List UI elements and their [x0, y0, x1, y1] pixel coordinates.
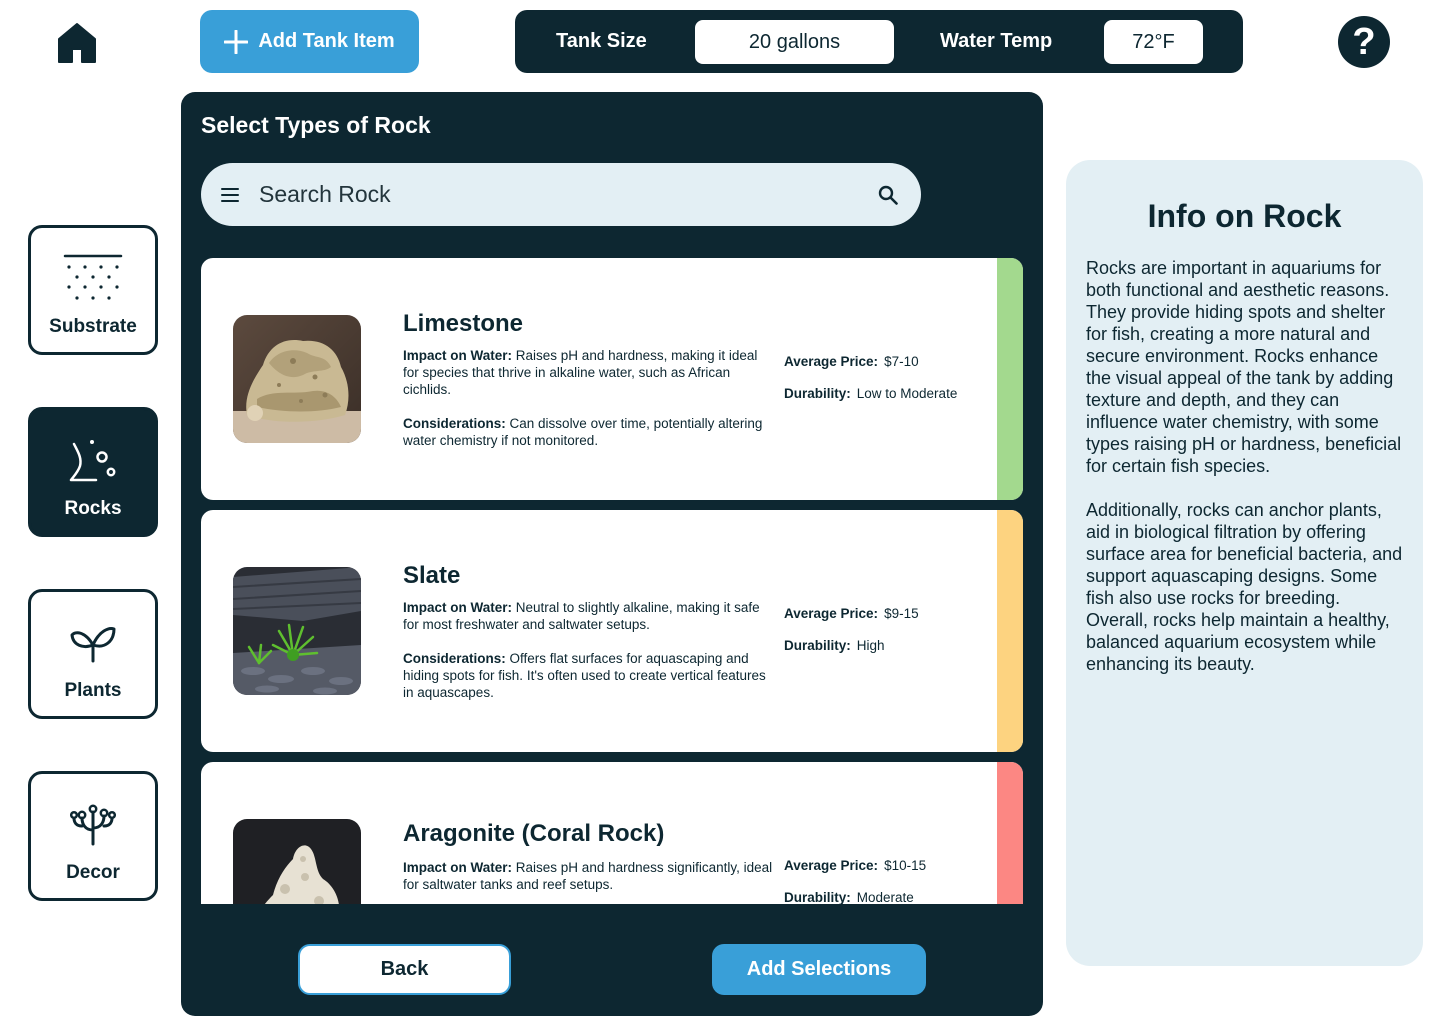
back-button[interactable]: Back [298, 944, 511, 995]
aragonite-photo [233, 819, 361, 904]
slate-photo [233, 567, 361, 695]
add-tank-item-button[interactable]: Add Tank Item [200, 10, 419, 73]
considerations-label: Considerations: [403, 416, 506, 431]
limestone-photo [233, 315, 361, 443]
price-value: $9-15 [884, 606, 919, 621]
durability-label: Durability: [784, 386, 851, 401]
impact-label: Impact on Water: [403, 348, 513, 363]
help-button[interactable]: ? [1338, 16, 1390, 68]
plant-icon [69, 592, 117, 680]
decor-icon [70, 774, 116, 862]
considerations-label: Considerations: [403, 651, 506, 666]
durability-label: Durability: [784, 638, 851, 653]
rock-meta: Average Price: $7-10 Durability: Low to Mo… [784, 354, 957, 418]
impact-label: Impact on Water: [403, 860, 513, 875]
info-title: Info on Rock [1147, 198, 1342, 234]
list-item-aragonite[interactable]: Aragonite (Coral Rock) Impact on Water: … [201, 762, 1023, 904]
question-mark-icon: ? [1352, 20, 1376, 63]
rock-selection-panel: Select Types of Rock Limes [181, 92, 1043, 1016]
durability-value: Moderate [856, 890, 914, 904]
water-temp-label: Water Temp [940, 30, 1053, 52]
sidebar-item-label: Decor [66, 862, 120, 883]
substrate-icon [63, 228, 123, 316]
rock-list[interactable]: Limestone Impact on Water: Raises pH and… [201, 258, 1023, 904]
plus-icon [224, 29, 249, 54]
info-panel: Info on Rock Rocks are important in aqua… [1066, 160, 1423, 966]
search-bar [201, 163, 921, 226]
home-icon [58, 23, 96, 63]
rock-description: Impact on Water: Raises pH and hardness … [403, 859, 773, 904]
sidebar-item-label: Plants [64, 680, 122, 701]
info-paragraph: Rocks are important in aquariums for bot… [1086, 258, 1402, 476]
search-input[interactable] [259, 181, 875, 208]
status-stripe [997, 510, 1023, 752]
rock-name: Slate [403, 562, 461, 589]
status-stripe [997, 258, 1023, 500]
durability-value: High [856, 638, 885, 653]
sidebar-item-substrate[interactable]: Substrate [28, 225, 158, 355]
price-value: $10-15 [884, 858, 927, 873]
price-label: Average Price: [784, 606, 879, 621]
durability-value: Low to Moderate [856, 386, 958, 401]
sidebar-item-decor[interactable]: Decor [28, 771, 158, 901]
rocks-icon [68, 410, 118, 498]
menu-icon[interactable] [221, 187, 239, 202]
durability-label: Durability: [784, 890, 851, 904]
rock-meta: Average Price: $9-15 Durability: High [784, 606, 919, 670]
add-tank-item-label: Add Tank Item [258, 30, 395, 52]
water-temp-field[interactable]: 72°F [1104, 20, 1203, 64]
status-stripe [997, 762, 1023, 904]
rock-description: Impact on Water: Neutral to slightly alk… [403, 599, 768, 718]
tank-parameters-bar: Tank Size 20 gallons Water Temp 72°F [515, 10, 1243, 73]
rock-name: Limestone [403, 310, 524, 337]
price-value: $7-10 [884, 354, 919, 369]
panel-title: Select Types of Rock [201, 112, 431, 138]
sidebar-item-label: Rocks [64, 498, 122, 519]
sidebar-item-plants[interactable]: Plants [28, 589, 158, 719]
price-label: Average Price: [784, 858, 879, 873]
sidebar-item-rocks[interactable]: Rocks [28, 407, 158, 537]
list-item-slate[interactable]: Slate Impact on Water: Neutral to slight… [201, 510, 1023, 752]
add-selections-button[interactable]: Add Selections [712, 944, 926, 995]
sidebar-item-label: Substrate [49, 316, 137, 337]
rock-description: Impact on Water: Raises pH and hardness,… [403, 347, 768, 466]
rock-meta: Average Price: $10-15 Durability: Moderate [784, 858, 926, 904]
home-button[interactable] [54, 20, 100, 66]
tank-size-label: Tank Size [556, 30, 647, 52]
price-label: Average Price: [784, 354, 879, 369]
tank-size-field[interactable]: 20 gallons [695, 20, 894, 64]
rock-name: Aragonite (Coral Rock) [403, 820, 665, 847]
search-icon[interactable] [875, 182, 901, 208]
list-item-limestone[interactable]: Limestone Impact on Water: Raises pH and… [201, 258, 1023, 500]
impact-label: Impact on Water: [403, 600, 513, 615]
info-paragraph: Additionally, rocks can anchor plants, a… [1086, 500, 1403, 674]
